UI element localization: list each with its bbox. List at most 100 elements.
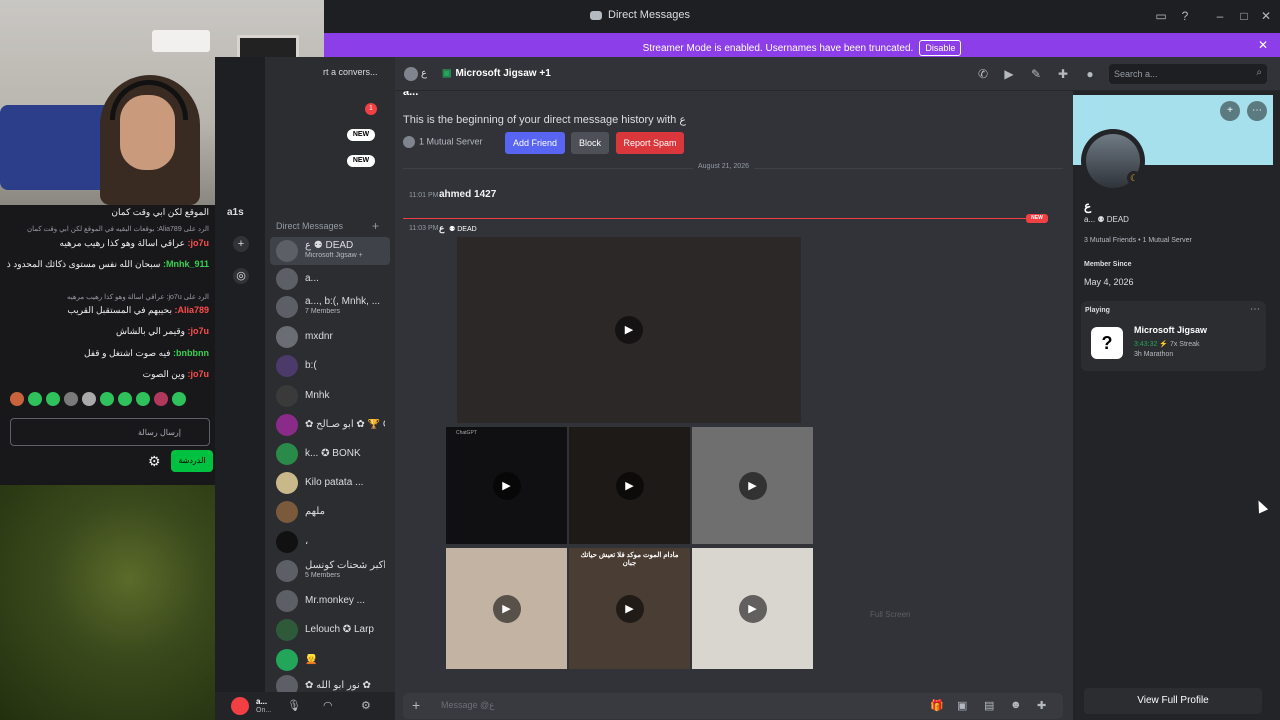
emote-icon[interactable] — [82, 392, 96, 406]
emote-icon[interactable] — [28, 392, 42, 406]
dm-item[interactable]: b:( — [270, 352, 390, 380]
composer-placeholder: Message @ع — [441, 700, 495, 710]
avatar[interactable] — [231, 697, 249, 715]
dm-item[interactable]: k... ✪ BONK — [270, 440, 390, 468]
maximize-button[interactable]: □ — [1236, 8, 1252, 24]
dm-item[interactable]: a... — [270, 265, 390, 293]
avatar — [404, 67, 418, 81]
add-friend-icon[interactable]: + — [1220, 101, 1240, 121]
avatar — [276, 326, 298, 348]
dm-item[interactable]: من أكبر شحنات كونسل5 Members — [270, 557, 390, 585]
full-screen-hint[interactable]: Full Screen — [870, 610, 910, 619]
dm-item[interactable]: ملهم — [270, 498, 390, 526]
play-icon[interactable]: ▶ — [615, 594, 644, 623]
play-icon[interactable]: ▶ — [492, 471, 521, 500]
sticker-icon[interactable]: ▤ — [984, 699, 994, 712]
mutual-servers[interactable]: 1 Mutual Server — [403, 136, 483, 148]
emoji-icon[interactable]: ☻ — [1010, 699, 1022, 711]
video-attachment[interactable]: ▶ — [692, 548, 813, 669]
emote-icon[interactable] — [10, 392, 24, 406]
close-banner-icon[interactable]: ✕ — [1258, 38, 1268, 52]
find-conversation-button[interactable]: rt a convers... — [323, 67, 393, 77]
background-scene — [0, 485, 215, 720]
avatar — [276, 501, 298, 523]
dm-item[interactable]: ✿ أبو صـالح ✿ 🏆 Gi — [270, 411, 390, 439]
dm-item[interactable]: ، — [270, 528, 390, 556]
add-friend-button[interactable]: Add Friend — [505, 132, 565, 154]
video-attachment[interactable]: ▶ — [569, 427, 690, 544]
message-author[interactable]: ahmed 1427 — [439, 189, 496, 200]
video-call-icon[interactable]: ▶ — [1001, 66, 1017, 82]
chat-message: bnbbnn: فيه صوت اشتغل و قفل — [83, 348, 209, 358]
emote-icon[interactable] — [154, 392, 168, 406]
upload-plus-icon[interactable]: + — [412, 697, 420, 713]
gift-icon[interactable]: 🎁 — [930, 699, 944, 712]
emote-icon[interactable] — [46, 392, 60, 406]
add-server-icon[interactable]: + — [233, 236, 249, 252]
more-icon[interactable]: ⋯ — [1250, 304, 1260, 315]
view-full-profile-button[interactable]: View Full Profile — [1084, 688, 1262, 714]
apps-icon[interactable]: ✚ — [1037, 699, 1046, 712]
video-attachment[interactable]: مادام الموت موكد فلا تعيش حياتك جبان ▶ — [569, 548, 690, 669]
dm-item[interactable]: 👱 — [270, 646, 390, 674]
video-attachment[interactable]: ▶ — [692, 427, 813, 544]
chat-reply: الرد على jo7u: عراقي اسالة وهو كذا رهيب … — [67, 294, 209, 301]
dm-item[interactable]: a..., b:(, Mnhk, ... 7 Members — [270, 293, 390, 321]
gear-icon[interactable]: ⚙ — [361, 699, 371, 712]
search-input[interactable]: Search a... ⌕ — [1109, 64, 1267, 84]
dm-item[interactable]: Mnhk — [270, 382, 390, 410]
game-marathon: 3h Marathon — [1134, 351, 1174, 358]
emote-icon[interactable] — [136, 392, 150, 406]
create-dm-icon[interactable]: + — [372, 219, 379, 233]
dm-item[interactable]: ع ⚉ DEAD Microsoft Jigsaw + — [270, 237, 390, 265]
emote-row[interactable] — [10, 392, 210, 410]
pin-icon[interactable]: ✎ — [1028, 66, 1044, 82]
emote-icon[interactable] — [100, 392, 114, 406]
microphone-icon[interactable]: 🎙 — [287, 699, 301, 712]
chat-send-button[interactable]: الدردشة — [171, 450, 213, 472]
new-badge: NEW — [347, 129, 375, 141]
play-icon[interactable]: ▶ — [615, 471, 644, 500]
chat-input[interactable]: إرسال رسالة — [10, 418, 210, 446]
message-author[interactable]: ع — [439, 223, 444, 234]
dm-item[interactable]: Kilo patata ... — [270, 469, 390, 497]
video-attachment[interactable]: ChatGPT ▶ — [446, 427, 567, 544]
game-stats: 3:43:32 ⚡ 7x Streak — [1134, 341, 1200, 348]
air-conditioner — [152, 30, 210, 52]
minimize-button[interactable]: – — [1212, 8, 1228, 24]
emote-icon[interactable] — [64, 392, 78, 406]
report-spam-button[interactable]: Report Spam — [616, 132, 684, 154]
close-window-button[interactable]: ✕ — [1258, 8, 1274, 24]
call-icon[interactable]: ✆ — [975, 66, 991, 82]
play-icon[interactable]: ▶ — [738, 471, 767, 500]
play-icon[interactable]: ▶ — [492, 594, 521, 623]
headphones-icon[interactable]: ◠ — [323, 699, 333, 712]
dm-item[interactable]: Lelouch ✪ Larp — [270, 616, 390, 644]
gif-icon[interactable]: ▣ — [957, 699, 967, 712]
video-attachment[interactable]: ▶ — [457, 237, 801, 423]
search-icon: ⌕ — [1256, 67, 1262, 78]
emote-icon[interactable] — [172, 392, 186, 406]
emote-icon[interactable] — [118, 392, 132, 406]
profile-avatar[interactable]: ☾ — [1081, 129, 1145, 193]
more-icon[interactable]: ⋯ — [1247, 101, 1267, 121]
user-profile-icon[interactable]: ● — [1082, 66, 1098, 82]
disable-streamer-button[interactable]: Disable — [919, 40, 962, 56]
video-attachment[interactable]: ▶ — [446, 548, 567, 669]
help-icon[interactable]: ? — [1177, 8, 1193, 24]
message-composer[interactable]: + Message @ع 🎁 ▣ ▤ ☻ ✚ — [403, 693, 1063, 719]
dm-item[interactable]: Mr.monkey ... — [270, 587, 390, 615]
play-icon[interactable]: ▶ — [738, 594, 767, 623]
dm-sub: 5 Members — [305, 572, 341, 579]
add-friends-icon[interactable]: ✚ — [1055, 66, 1071, 82]
dm-name: a... — [305, 273, 319, 284]
inbox-icon[interactable]: ▭ — [1153, 8, 1169, 24]
new-messages-tag: NEW — [1026, 214, 1048, 223]
play-icon[interactable]: ▶ — [615, 316, 643, 344]
gear-icon[interactable]: ⚙ — [148, 453, 161, 470]
avatar — [276, 560, 298, 582]
block-button[interactable]: Block — [571, 132, 609, 154]
discover-icon[interactable]: ◎ — [233, 268, 249, 284]
dm-item[interactable]: mxdnr — [270, 323, 390, 351]
mutual-info[interactable]: 3 Mutual Friends • 1 Mutual Server — [1084, 237, 1192, 244]
